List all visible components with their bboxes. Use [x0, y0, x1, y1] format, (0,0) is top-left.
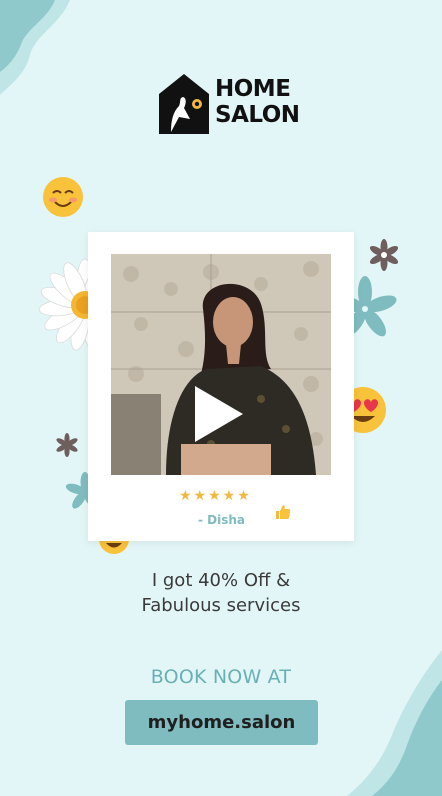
brand-name-line2: SALON — [215, 102, 300, 128]
quote-line-1: I got 40% Off & — [151, 570, 291, 591]
thumbs-up-emoji — [274, 503, 292, 525]
testimonial-card: ★★★★★ - Disha — [88, 232, 354, 541]
house-icon — [159, 74, 209, 134]
small-brown-flower-left-icon — [56, 433, 78, 457]
home-salon-logo: HOME SALON — [157, 72, 300, 140]
book-now-label: BOOK NOW AT — [150, 666, 292, 688]
rating-stars: ★★★★★ — [179, 488, 252, 504]
quote-line-2: Fabulous services — [141, 595, 301, 616]
brand-name-line1: HOME — [215, 76, 291, 102]
top-left-wave-decoration — [0, 0, 70, 95]
small-brown-flower-icon — [369, 239, 399, 271]
customer-video-thumbnail[interactable] — [111, 254, 331, 475]
reviewer-name: - Disha — [198, 513, 246, 527]
play-icon[interactable] — [195, 386, 243, 442]
website-link-button[interactable]: myhome.salon — [125, 700, 318, 745]
smiling-emoji — [42, 176, 84, 218]
testimonial-quote: I got 40% Off & Fabulous services — [0, 568, 442, 618]
